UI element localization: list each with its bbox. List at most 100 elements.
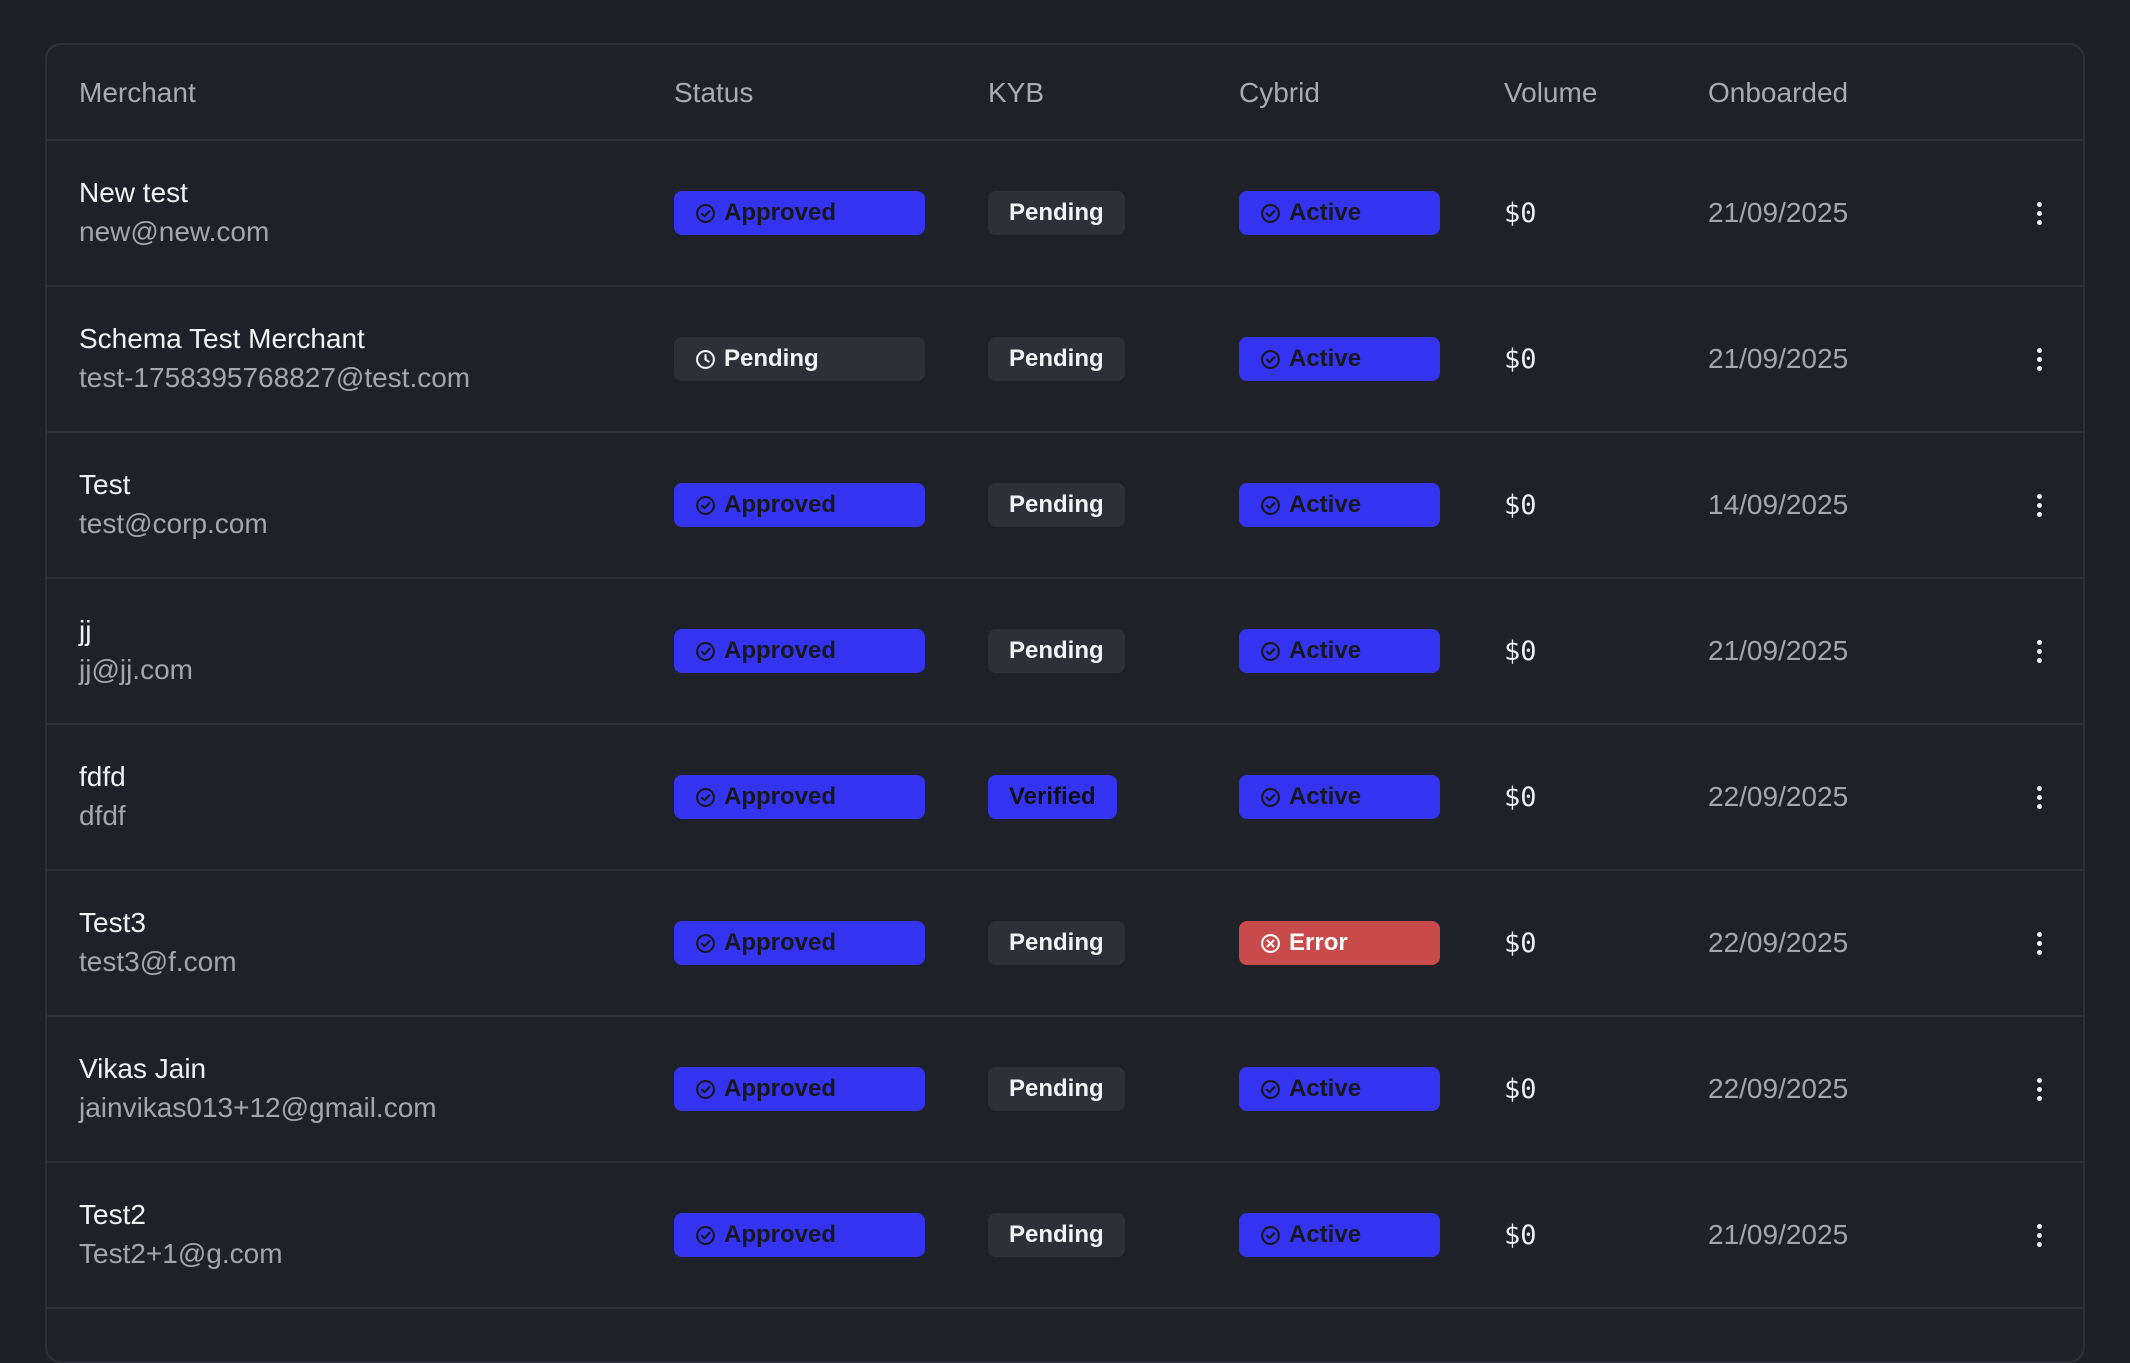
kyb-badge: Pending: [988, 483, 1125, 527]
x-circle-icon: [1261, 933, 1280, 953]
clock-icon: [696, 349, 715, 369]
table-row[interactable]: Test3 test3@f.com Approved Pending Error $0 22…: [47, 871, 2083, 1017]
status-badge: Pending: [674, 337, 925, 381]
status-cell: Pending: [674, 287, 925, 431]
cybrid-badge-label: Active: [1289, 1075, 1362, 1102]
merchant-cell: fdfd dfdf: [79, 725, 126, 869]
merchant-name: New test: [79, 177, 188, 208]
cybrid-badge: Active: [1239, 775, 1440, 819]
cybrid-cell: Active: [1239, 287, 1440, 431]
more-vertical-icon[interactable]: [2019, 433, 2059, 577]
merchant-email: Test2+1@g.com: [79, 1238, 283, 1269]
table-row[interactable]: Test2 Test2+1@g.com Approved Pending Active $…: [47, 1163, 2083, 1309]
merchant-cell: Vikas Jain jainvikas013+12@gmail.com: [79, 1017, 437, 1161]
merchant-email: test-1758395768827@test.com: [79, 362, 471, 393]
status-badge-label: Approved: [724, 1075, 837, 1102]
merchant-email: jainvikas013+12@gmail.com: [79, 1092, 437, 1123]
volume-value: $0: [1504, 1073, 1537, 1105]
cybrid-cell: Active: [1239, 579, 1440, 723]
cybrid-cell: Active: [1239, 433, 1440, 577]
merchant-cell: Schema Test Merchant test-1758395768827@t…: [79, 287, 470, 431]
status-cell: Approved: [674, 1017, 925, 1161]
merchant-name: Schema Test Merchant: [79, 323, 365, 354]
table-row[interactable]: fdfd dfdf Approved Verified Active $0 22/09/20…: [47, 725, 2083, 871]
merchant-email: new@new.com: [79, 216, 270, 247]
merchant-cell: Test3 test3@f.com: [79, 871, 237, 1015]
more-vertical-icon[interactable]: [2019, 1163, 2059, 1307]
onboarded-date: 21/09/2025: [1708, 635, 1849, 666]
table-row[interactable]: jj jj@jj.com Approved Pending Active $0 21/09/…: [47, 579, 2083, 725]
status-cell: Approved: [674, 141, 925, 285]
onboarded-date: 21/09/2025: [1708, 197, 1849, 228]
check-circle-icon: [1261, 1079, 1280, 1099]
status-badge: Approved: [674, 775, 925, 819]
table-row[interactable]: New test new@new.com Approved Pending Active…: [47, 141, 2083, 287]
status-badge-label: Approved: [724, 199, 837, 226]
table-row[interactable]: Test test@corp.com Approved Pending Active $0…: [47, 433, 2083, 579]
column-header-onboarded[interactable]: Onboarded: [1708, 45, 1848, 141]
check-circle-icon: [696, 641, 715, 661]
kyb-badge: Pending: [988, 337, 1125, 381]
volume-value: $0: [1504, 635, 1537, 667]
column-header-cybrid[interactable]: Cybrid: [1239, 45, 1320, 141]
column-header-volume[interactable]: Volume: [1504, 45, 1597, 141]
table-row[interactable]: Vikas Jain jainvikas013+12@gmail.com Appro…: [47, 1017, 2083, 1163]
merchant-name: jj: [79, 615, 92, 646]
kyb-badge: Pending: [988, 1213, 1125, 1257]
check-circle-icon: [1261, 495, 1280, 515]
merchant-email: dfdf: [79, 800, 126, 831]
status-badge-label: Approved: [724, 783, 837, 810]
status-badge-label: Pending: [724, 345, 819, 372]
check-circle-icon: [696, 203, 715, 223]
kyb-badge: Pending: [988, 1067, 1125, 1111]
status-badge-label: Approved: [724, 1221, 837, 1248]
merchant-name: Test3: [79, 907, 146, 938]
check-circle-icon: [1261, 203, 1280, 223]
cybrid-cell: Error: [1239, 871, 1440, 1015]
kyb-cell: Verified: [988, 725, 1117, 869]
check-circle-icon: [1261, 349, 1280, 369]
cybrid-cell: Active: [1239, 141, 1440, 285]
column-header-merchant[interactable]: Merchant: [79, 45, 196, 141]
column-header-status[interactable]: Status: [674, 45, 753, 141]
merchant-email: test@corp.com: [79, 508, 268, 539]
check-circle-icon: [1261, 787, 1280, 807]
merchant-name: fdfd: [79, 761, 126, 792]
more-vertical-icon[interactable]: [2019, 287, 2059, 431]
merchant-email: jj@jj.com: [79, 654, 193, 685]
cybrid-cell: Active: [1239, 725, 1440, 869]
check-circle-icon: [1261, 1225, 1280, 1245]
more-vertical-icon[interactable]: [2019, 579, 2059, 723]
cybrid-badge-label: Active: [1289, 199, 1362, 226]
merchant-name: Test2: [79, 1199, 146, 1230]
onboarded-date: 21/09/2025: [1708, 343, 1849, 374]
table-header: Merchant Status KYB Cybrid Volume Onboar…: [47, 45, 2083, 141]
volume-value: $0: [1504, 1219, 1537, 1251]
kyb-cell: Pending: [988, 433, 1125, 577]
onboarded-date: 22/09/2025: [1708, 927, 1849, 958]
more-vertical-icon[interactable]: [2019, 871, 2059, 1015]
status-cell: Approved: [674, 1163, 925, 1307]
check-circle-icon: [1261, 641, 1280, 661]
kyb-badge: Pending: [988, 191, 1125, 235]
check-circle-icon: [696, 495, 715, 515]
volume-value: $0: [1504, 927, 1537, 959]
more-vertical-icon[interactable]: [2019, 1017, 2059, 1161]
kyb-cell: Pending: [988, 871, 1125, 1015]
kyb-cell: Pending: [988, 1017, 1125, 1161]
status-badge-label: Approved: [724, 929, 837, 956]
volume-value: $0: [1504, 781, 1537, 813]
kyb-cell: Pending: [988, 141, 1125, 285]
column-header-kyb[interactable]: KYB: [988, 45, 1044, 141]
volume-value: $0: [1504, 197, 1537, 229]
cybrid-badge-label: Active: [1289, 1221, 1362, 1248]
onboarded-date: 22/09/2025: [1708, 1073, 1849, 1104]
status-cell: Approved: [674, 433, 925, 577]
cybrid-cell: Active: [1239, 1163, 1440, 1307]
merchant-cell: Test2 Test2+1@g.com: [79, 1163, 283, 1307]
onboarded-date: 14/09/2025: [1708, 489, 1849, 520]
table-row[interactable]: Schema Test Merchant test-1758395768827@t…: [47, 287, 2083, 433]
more-vertical-icon[interactable]: [2019, 141, 2059, 285]
cybrid-badge: Error: [1239, 921, 1440, 965]
more-vertical-icon[interactable]: [2019, 725, 2059, 869]
